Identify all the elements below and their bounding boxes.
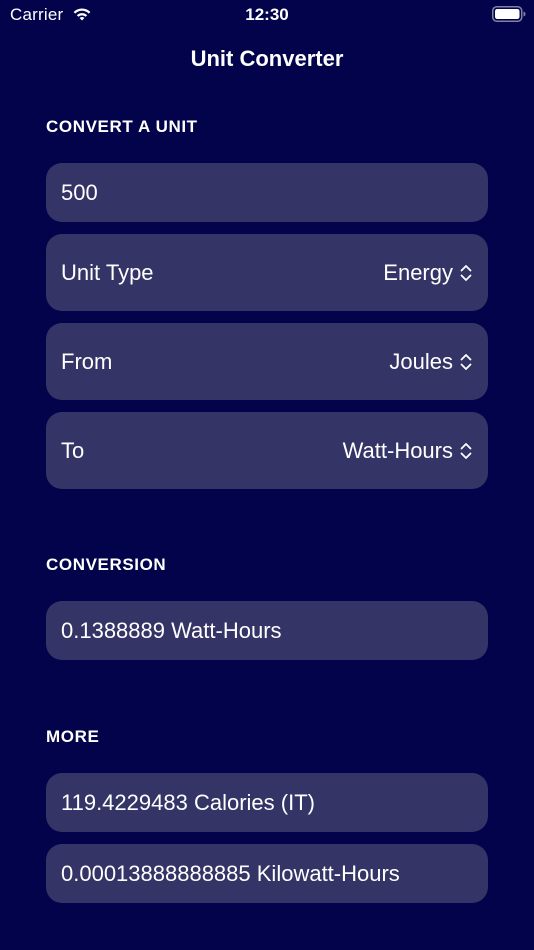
more-item: 0.00013888888885 Kilowatt-Hours	[46, 844, 488, 903]
chevron-up-down-icon	[460, 353, 472, 370]
conversion-result: 0.1388889 Watt-Hours	[46, 601, 488, 660]
amount-input[interactable]: 500	[46, 163, 488, 222]
unit-type-picker[interactable]: Unit Type Energy	[46, 234, 488, 311]
more-item-text: 0.00013888888885 Kilowatt-Hours	[61, 860, 400, 886]
more-section-header: MORE	[46, 727, 100, 746]
convert-section-header: CONVERT A UNIT	[46, 117, 198, 136]
chevron-up-down-icon	[460, 264, 472, 281]
conversion-section-header: CONVERSION	[46, 555, 167, 574]
conversion-result-text: 0.1388889 Watt-Hours	[61, 617, 282, 643]
to-value: Watt-Hours	[342, 437, 453, 463]
from-unit-picker[interactable]: From Joules	[46, 323, 488, 400]
battery-icon	[492, 6, 526, 22]
status-bar: Carrier 12:30	[0, 0, 534, 30]
chevron-up-down-icon	[460, 442, 472, 459]
from-value: Joules	[389, 348, 453, 374]
unit-type-label: Unit Type	[61, 259, 154, 285]
to-unit-picker[interactable]: To Watt-Hours	[46, 412, 488, 489]
more-item-text: 119.4229483 Calories (IT)	[61, 789, 315, 815]
to-label: To	[61, 437, 85, 463]
clock: 12:30	[245, 5, 289, 24]
more-item: 119.4229483 Calories (IT)	[46, 773, 488, 832]
amount-value[interactable]: 500	[61, 180, 98, 206]
unit-type-value: Energy	[383, 259, 453, 285]
page-title: Unit Converter	[190, 46, 344, 71]
from-label: From	[61, 348, 113, 374]
